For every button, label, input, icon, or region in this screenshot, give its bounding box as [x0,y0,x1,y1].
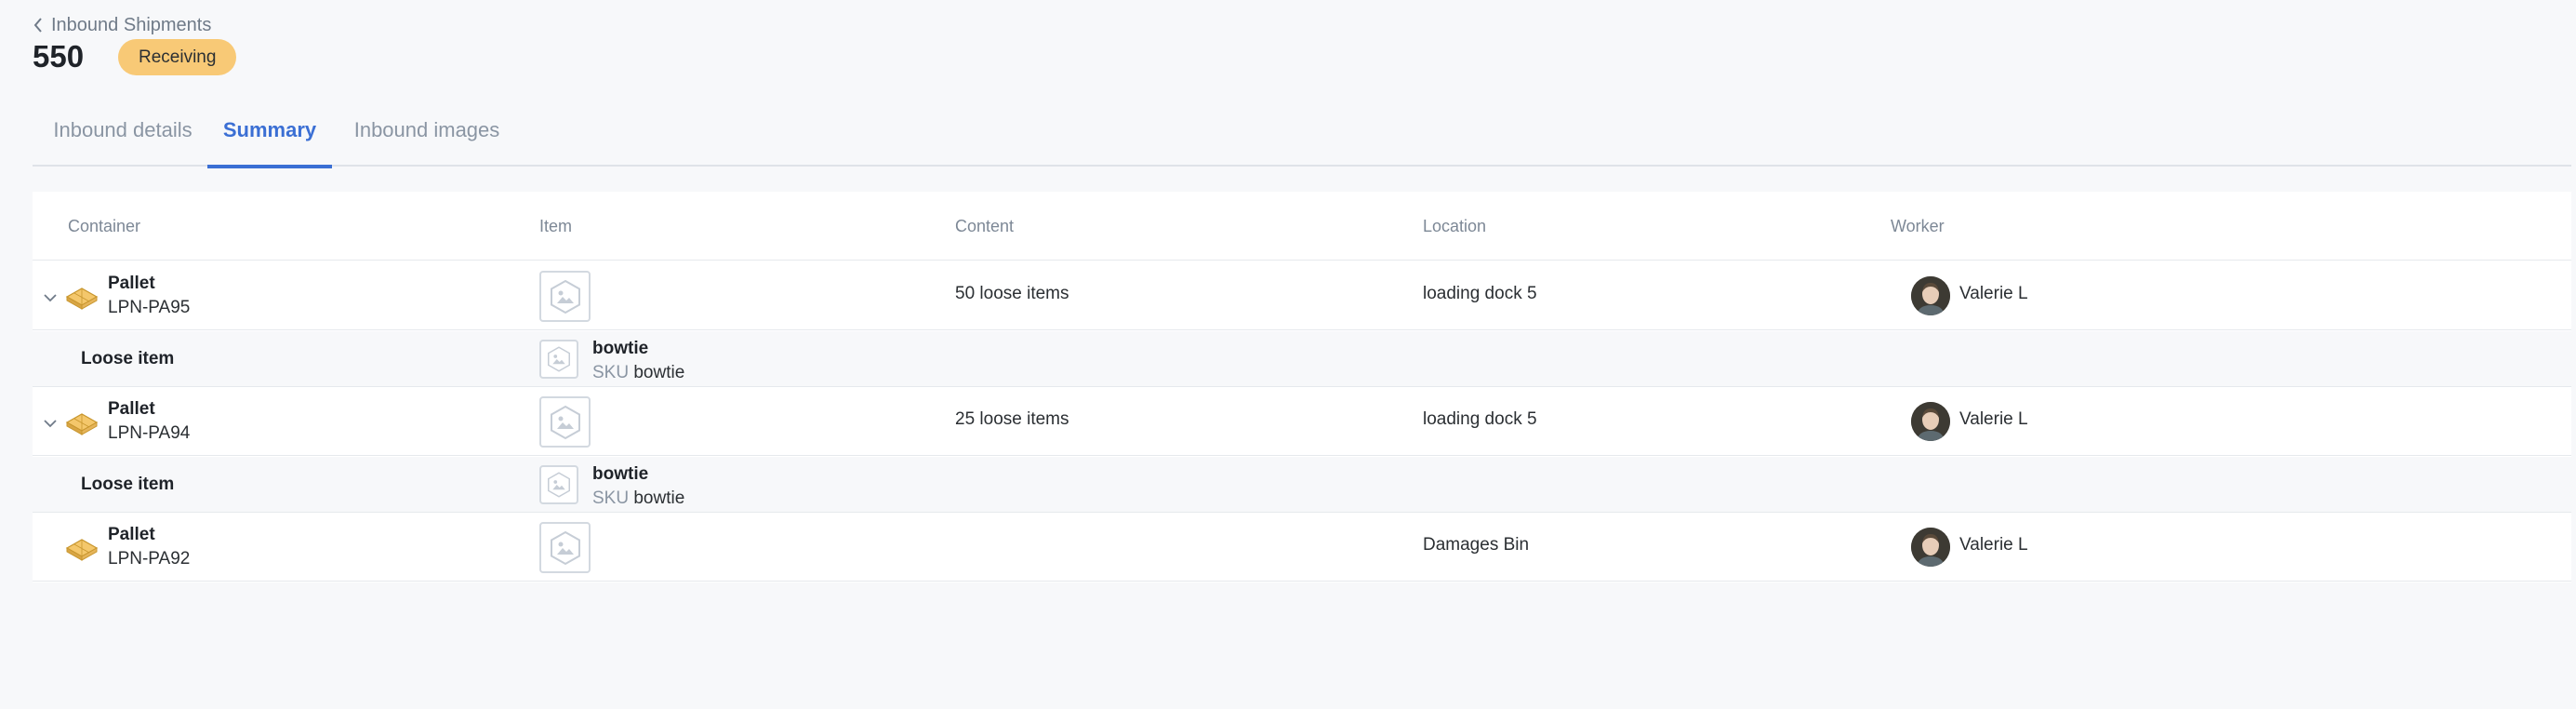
tab-bar: Inbound details Summary Inbound images [33,105,2571,168]
child-container-type: Loose item [81,349,175,368]
image-placeholder-icon [550,530,580,565]
table-row[interactable]: Pallet LPN-PA95 50 loose items loading d… [33,261,2571,330]
column-header-container: Container [68,217,141,235]
page-title: 550 [33,39,85,74]
worker-name: Valerie L [1959,409,2028,429]
image-placeholder-icon [550,279,580,314]
tab-inbound-details[interactable]: Inbound details [53,105,193,167]
pallet-icon [65,288,99,310]
location: Damages Bin [1423,535,1530,555]
chevron-left-icon [33,18,42,33]
summary-table: Container Item Content Location Worker P… [33,192,2571,582]
location: loading dock 5 [1423,409,1537,429]
tab-summary[interactable]: Summary [207,105,332,168]
inbound-shipment-page: Inbound Shipments 550 Receiving Inbound … [33,0,2576,709]
worker-name: Valerie L [1959,284,2028,303]
chevron-down-icon[interactable] [43,292,58,303]
column-header-worker: Worker [1891,217,1945,235]
table-row[interactable]: Pallet LPN-PA94 25 loose items loading d… [33,387,2571,456]
worker-name: Valerie L [1959,535,2028,555]
pallet-icon [65,539,99,561]
item-name[interactable]: bowtie [592,462,684,487]
item-thumbnail [539,396,591,448]
status-badge: Receiving [118,39,237,75]
item-thumbnail [539,465,578,504]
image-placeholder-icon [550,405,580,439]
back-link[interactable]: Inbound Shipments [33,13,211,37]
content-summary: 25 loose items [955,409,1069,429]
container-type: Pallet [108,274,155,293]
item-thumbnail [539,340,578,379]
avatar [1911,276,1950,315]
content-summary: 50 loose items [955,284,1069,303]
chevron-down-icon[interactable] [43,418,58,429]
child-container-type: Loose item [81,475,175,494]
item-thumbnail [539,522,591,573]
sku-value: bowtie [633,363,685,382]
column-header-location: Location [1423,217,1487,235]
image-placeholder-icon [548,346,570,372]
container-id: LPN-PA94 [108,423,191,443]
table-row-child: Loose item bowtie SKU bowtie [33,331,2571,387]
item-name[interactable]: bowtie [592,337,684,361]
image-placeholder-icon [548,472,570,498]
location: loading dock 5 [1423,284,1537,303]
container-type: Pallet [108,525,155,544]
column-header-item: Item [539,217,573,235]
table-header: Container Item Content Location Worker [33,192,2571,261]
sku-label: SKU [592,488,630,508]
table-row[interactable]: Pallet LPN-PA92 Damages Bin Valerie L [33,513,2571,582]
avatar [1911,402,1950,441]
tab-inbound-images[interactable]: Inbound images [351,105,503,167]
column-header-content: Content [955,217,1015,235]
avatar [1911,528,1950,567]
table-row-child: Loose item bowtie SKU bowtie [33,457,2571,513]
sku-label: SKU [592,363,630,382]
container-id: LPN-PA95 [108,298,191,317]
pallet-icon [65,413,99,435]
container-id: LPN-PA92 [108,549,191,569]
back-link-label: Inbound Shipments [51,14,212,35]
item-thumbnail [539,271,591,322]
container-type: Pallet [108,399,155,419]
sku-value: bowtie [633,488,685,508]
